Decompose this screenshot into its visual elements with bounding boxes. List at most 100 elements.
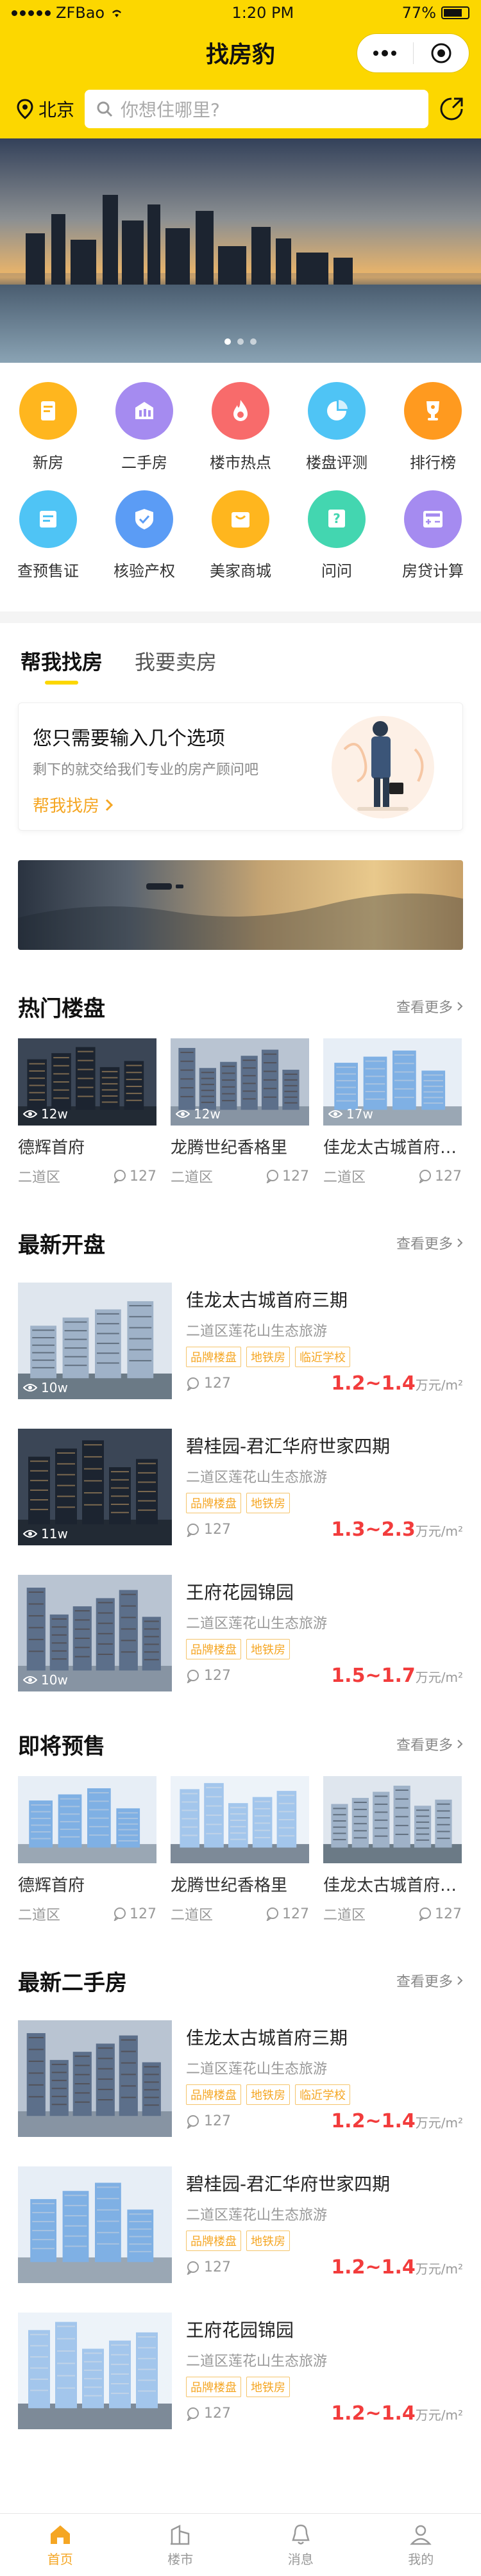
category-item-0-4[interactable]: 排行榜 xyxy=(394,382,471,472)
category-icon-circle xyxy=(212,490,269,548)
property-name: 碧桂园-君汇华府世家四期 xyxy=(186,2173,391,2195)
pie-icon xyxy=(327,400,348,420)
newOpen-list-item[interactable]: 10w 王府花园锦园 二道区莲花山生态旅游 品牌楼盘 地铁房 127 1.5~1.7万元/m… xyxy=(18,1561,463,1707)
hot-card[interactable]: 17w 佳龙太古城首府三期 二道区 127 xyxy=(323,1038,462,1186)
hot-see-more[interactable]: 查看更多 xyxy=(396,996,463,1017)
category-item-1-0[interactable]: 查预售证 xyxy=(10,490,87,581)
nav-bar: 找房豹 xyxy=(0,26,481,79)
city-selector[interactable]: 北京 xyxy=(17,96,74,122)
hot-card[interactable]: 12w 德辉首府 二道区 127 xyxy=(18,1038,156,1186)
banner-carousel[interactable] xyxy=(0,138,481,363)
category-item-1-4[interactable]: 房贷计算 xyxy=(394,490,471,581)
tab-sell-house[interactable]: 我要卖房 xyxy=(135,646,217,685)
price-unit: 万元/m² xyxy=(415,2407,463,2423)
category-item-0-1[interactable]: 二手房 xyxy=(106,382,183,472)
presale-card[interactable]: 龙腾世纪香格里 二道区 127 xyxy=(171,1776,309,1924)
price-value: 1.2~1.4 xyxy=(331,1372,416,1395)
eye-icon xyxy=(23,1530,37,1538)
property-tag: 品牌楼盘 xyxy=(186,1347,241,1367)
banner-building xyxy=(196,211,214,285)
search-input[interactable]: 你想住哪里? xyxy=(85,90,428,128)
category-item-1-3[interactable]: ? 问问 xyxy=(298,490,375,581)
view-count: 12w xyxy=(23,1106,68,1122)
tab-user[interactable]: 我的 xyxy=(361,2514,481,2576)
second-list-item[interactable]: 碧桂园-君汇华府世家四期 二道区莲花山生态旅游 品牌楼盘 地铁房 127 1.2~1.4万… xyxy=(18,2152,463,2298)
price-value: 1.2~1.4 xyxy=(331,2110,416,2132)
price-value: 1.2~1.4 xyxy=(331,2402,416,2425)
tab-help-find[interactable]: 帮我找房 xyxy=(21,646,103,685)
property-tag: 品牌楼盘 xyxy=(186,1639,241,1659)
district-label: 二道区 xyxy=(171,1907,214,1924)
property-price: 1.3~2.3万元/m² xyxy=(331,1518,463,1541)
presale-card[interactable]: 德辉首府 二道区 127 xyxy=(18,1776,156,1924)
view-count: 11w xyxy=(23,1526,68,1541)
comment-count: 127 xyxy=(186,1668,231,1684)
comment-icon xyxy=(187,1377,199,1391)
eye-icon xyxy=(23,1676,37,1684)
property-image: 11w xyxy=(18,1429,172,1545)
property-price: 1.2~1.4万元/m² xyxy=(331,1372,463,1395)
property-info: 碧桂园-君汇华府世家四期 二道区莲花山生态旅游 品牌楼盘 地铁房 127 1.2~1.4万… xyxy=(186,2166,463,2298)
share-icon[interactable] xyxy=(439,96,464,122)
second-section-title: 最新二手房 xyxy=(18,1970,127,1996)
building-photo xyxy=(18,1776,156,1863)
close-miniapp-button[interactable] xyxy=(414,34,469,72)
newOpen-list-item[interactable]: 11w 碧桂园-君汇华府世家四期 二道区莲花山生态旅游 品牌楼盘 地铁房 127 1.3~2… xyxy=(18,1415,463,1561)
view-count-label: 11w xyxy=(41,1526,68,1541)
category-item-1-1[interactable]: 核验产权 xyxy=(106,490,183,581)
help-find-card[interactable]: 您只需要输入几个选项 剩下的就交给我们专业的房产顾问吧 帮我找房 xyxy=(18,702,463,831)
district-label: 二道区 xyxy=(323,1907,366,1924)
category-label: 楼市热点 xyxy=(210,454,271,472)
app-page: ZFBao 1:20 PM 77% 找房豹 北京 你想住哪里? 新房 二手房 楼… xyxy=(0,0,481,2576)
presale-see-more[interactable]: 查看更多 xyxy=(396,1734,463,1754)
tab-bell[interactable]: 消息 xyxy=(240,2514,361,2576)
property-name: 龙腾世纪香格里 xyxy=(171,1876,288,1895)
category-item-1-2[interactable]: 美家商城 xyxy=(202,490,279,581)
banner-building xyxy=(148,204,160,285)
comment-count-label: 127 xyxy=(204,1375,231,1392)
eye-icon xyxy=(23,1384,37,1392)
shield-check-icon xyxy=(135,509,153,529)
comment-count-label: 127 xyxy=(130,1906,156,1922)
price-unit: 万元/m² xyxy=(415,1670,463,1685)
carousel-dot[interactable] xyxy=(224,338,231,345)
second-list-item[interactable]: 王府花园锦园 二道区莲花山生态旅游 品牌楼盘 地铁房 127 1.2~1.4万元/m² xyxy=(18,2298,463,2445)
hot-card[interactable]: 12w 龙腾世纪香格里 二道区 127 xyxy=(171,1038,309,1186)
district-label: 二道区 xyxy=(171,1170,214,1186)
category-item-0-2[interactable]: 楼市热点 xyxy=(202,382,279,472)
battery-label: 77% xyxy=(401,4,436,22)
second-see-more[interactable]: 查看更多 xyxy=(396,1970,463,1991)
tab-home[interactable]: 首页 xyxy=(0,2514,121,2576)
newOpen-list-item[interactable]: 10w 佳龙太古城首府三期 二道区莲花山生态旅游 品牌楼盘 地铁房 临近学校 127 1.2~… xyxy=(18,1268,463,1415)
comment-count-label: 127 xyxy=(282,1906,309,1922)
tab-buildings[interactable]: 楼市 xyxy=(121,2514,241,2576)
comment-count: 127 xyxy=(113,1166,156,1186)
new-open-see-more[interactable]: 查看更多 xyxy=(396,1233,463,1253)
property-price: 1.5~1.7万元/m² xyxy=(331,1665,463,1687)
more-menu-button[interactable] xyxy=(357,34,413,72)
view-count: 10w xyxy=(23,1380,68,1395)
search-bar: 北京 你想住哪里? xyxy=(0,79,481,138)
property-image xyxy=(18,2313,172,2429)
page-title: 找房豹 xyxy=(205,42,275,68)
carousel-indicator xyxy=(0,338,481,345)
category-item-0-0[interactable]: 新房 xyxy=(10,382,87,472)
category-item-0-3[interactable]: 楼盘评测 xyxy=(298,382,375,472)
promo-banner[interactable] xyxy=(18,860,463,950)
see-more-label: 查看更多 xyxy=(396,1738,453,1754)
location-pin-icon xyxy=(17,99,33,119)
search-icon xyxy=(97,101,113,117)
property-tag: 品牌楼盘 xyxy=(186,2377,241,2397)
trophy-icon xyxy=(426,401,439,420)
view-count-label: 12w xyxy=(194,1106,221,1122)
comment-count-label: 127 xyxy=(204,2113,231,2129)
carousel-dot[interactable] xyxy=(250,338,257,345)
carousel-dot[interactable] xyxy=(237,338,244,345)
home-icon xyxy=(50,2525,70,2544)
second-list-item[interactable]: 佳龙太古城首府三期 二道区莲花山生态旅游 品牌楼盘 地铁房 临近学校 127 1.2~1.4… xyxy=(18,2006,463,2152)
signal-icon xyxy=(12,10,51,16)
presale-section-title: 即将预售 xyxy=(18,1733,105,1759)
presale-card[interactable]: 佳龙太古城首府三期 二道区 127 xyxy=(323,1776,462,1924)
property-tags: 品牌楼盘 地铁房 xyxy=(186,1493,463,1513)
certificate-icon xyxy=(40,511,56,528)
